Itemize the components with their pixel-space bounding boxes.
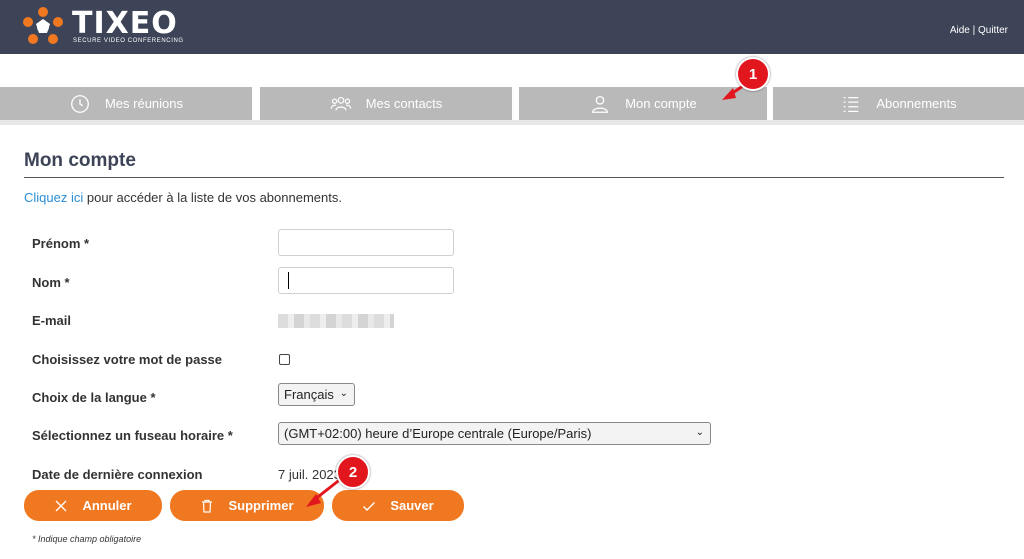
main-tabs: Mes réunions Mes contacts Mon compte Abo… [0,87,1024,120]
annotation-marker-2: 2 [336,455,370,489]
tixeo-logo[interactable]: TIXEO SECURE VIDEO CONFERENCING [20,4,200,48]
title-divider [24,177,1004,178]
language-label: Choix de la langue * [32,390,156,405]
tabs-underline [0,120,1024,125]
list-icon [844,96,859,112]
tab-label: Mon compte [625,96,697,111]
tab-label: Mes contacts [365,96,443,111]
timezone-label: Sélectionnez un fuseau horaire * [32,428,233,443]
contacts-icon [330,96,351,111]
tab-label: Abonnements [876,96,957,111]
password-checkbox[interactable] [279,354,290,365]
trash-icon [202,499,213,513]
timezone-select-value: (GMT+02:00) heure d’Europe centrale (Eur… [284,426,592,441]
timezone-select[interactable]: (GMT+02:00) heure d’Europe centrale (Eur… [278,422,711,445]
last-name-label: Nom * [32,275,70,290]
annotation-marker-1: 1 [736,57,770,91]
password-label: Choisissez votre mot de passe [32,352,223,367]
logo-subtitle: SECURE VIDEO CONFERENCING [73,38,184,44]
cancel-button[interactable]: Annuler [24,490,162,521]
email-value-redacted [278,314,394,328]
top-links: Aide | Quitter [950,25,1008,36]
chevron-down-icon: ⌄ [695,427,704,438]
user-icon [592,95,609,113]
last-name-input[interactable] [278,267,454,294]
close-icon [55,500,67,511]
tab-abonnements[interactable]: Abonnements [773,87,1024,120]
page-title: Mon compte [24,150,136,171]
subscriptions-info: Cliquez ici pour accéder à la liste de v… [24,190,342,205]
subscriptions-link[interactable]: Cliquez ici [24,190,83,205]
save-button[interactable]: Sauver [332,490,464,521]
save-button-label: Sauver [390,498,434,513]
logo-text: TIXEO [72,6,178,41]
cancel-button-label: Annuler [82,498,132,513]
last-login-label: Date de dernière connexion [32,467,203,482]
language-select[interactable]: Français ⌄ [278,383,355,406]
top-links-separator: | [969,25,978,36]
required-footnote: * Indique champ obligatoire [32,534,142,544]
logo-mark-icon [23,7,63,44]
first-name-label: Prénom * [32,236,90,251]
top-bar: TIXEO SECURE VIDEO CONFERENCING Aide | Q… [0,0,1024,54]
help-link[interactable]: Aide [950,25,970,36]
check-icon [363,501,376,511]
tab-mes-reunions[interactable]: Mes réunions [0,87,252,120]
tab-mes-contacts[interactable]: Mes contacts [260,87,512,120]
chevron-down-icon: ⌄ [339,388,348,399]
text-cursor [288,272,289,289]
subscriptions-info-text: pour accéder à la liste de vos abonnemen… [83,190,342,205]
first-name-input[interactable] [278,229,454,256]
delete-button-label: Supprimer [228,498,294,513]
quit-link[interactable]: Quitter [978,25,1008,36]
email-label: E-mail [32,313,72,328]
clock-icon [71,94,89,113]
language-select-value: Français [284,387,334,402]
tab-label: Mes réunions [104,96,184,111]
